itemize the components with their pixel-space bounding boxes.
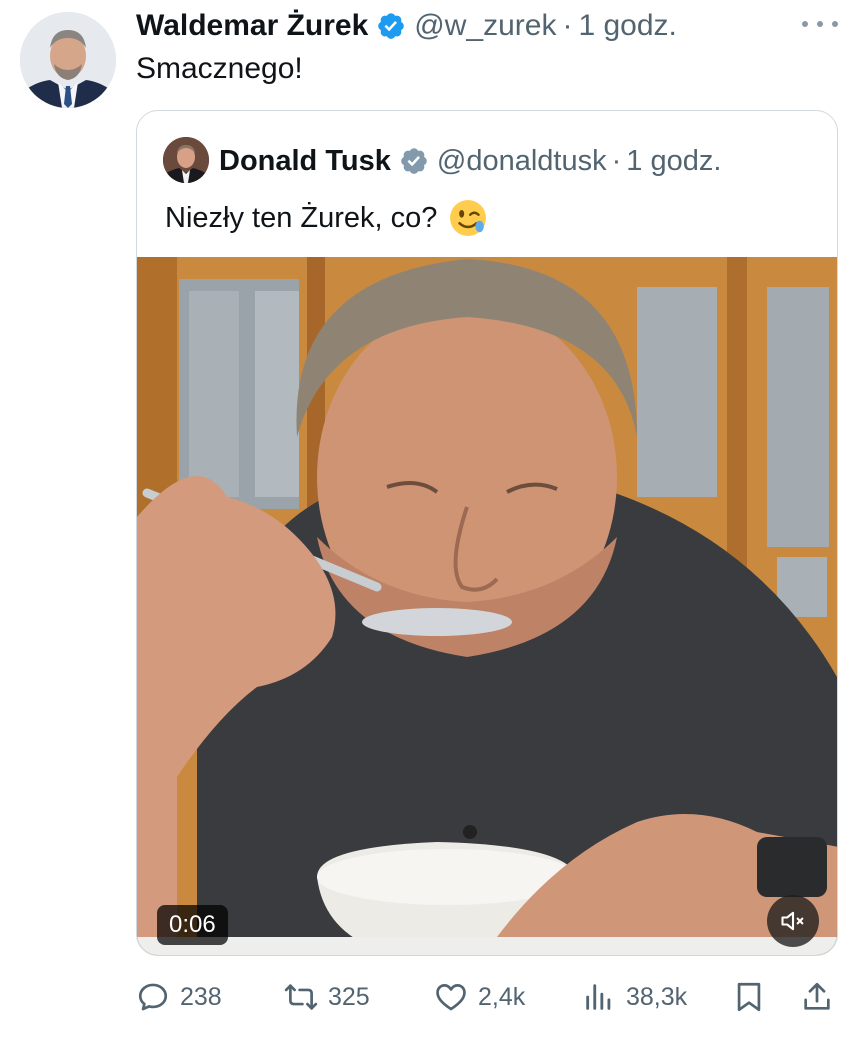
video-duration: 0:06 [157,905,228,945]
like-button[interactable]: 2,4k [434,972,525,1022]
quoted-tweet-text: Niezły ten Żurek, co? [165,201,438,234]
share-button[interactable] [800,972,834,1022]
more-dot [802,21,808,27]
repost-count: 325 [328,982,370,1011]
like-count: 2,4k [478,982,526,1011]
quoted-timestamp[interactable]: 1 godz. [626,145,721,178]
separator-dot: · [562,9,573,42]
repost-icon [284,984,318,1010]
author-avatar[interactable] [20,12,116,108]
reply-count: 238 [180,982,222,1011]
repost-button[interactable]: 325 [284,972,370,1022]
reply-icon [138,983,168,1011]
quoted-author-name[interactable]: Donald Tusk [219,145,391,178]
tweet-actions-bar: 238 325 2,4k 38,3k [136,972,838,1022]
quoted-author-handle[interactable]: @donaldtusk [437,145,607,178]
mute-icon[interactable] [767,895,819,947]
tweet-text: Smacznego! [136,52,303,85]
quoted-verified-badge-icon [401,148,427,174]
quoted-tweet-card[interactable]: Donald Tusk @donaldtusk · 1 godz. Niezły… [136,110,838,956]
more-dot [817,21,823,27]
author-avatar-image [20,12,116,108]
quoted-author-avatar[interactable] [163,137,209,183]
views-button[interactable]: 38,3k [582,972,687,1022]
reply-button[interactable]: 238 [136,972,222,1022]
tweet-header: Waldemar Żurek @w_zurek · 1 godz. [136,6,677,46]
more-dot [832,21,838,27]
views-count: 38,3k [626,982,688,1011]
quoted-tweet-text-row: Niezły ten Żurek, co? [165,199,487,237]
speaker-muted-icon [781,911,804,931]
video-frame [137,257,837,955]
verified-badge-icon [378,13,405,39]
author-handle[interactable]: @w_zurek [414,9,556,43]
like-icon [436,984,466,1011]
author-name[interactable]: Waldemar Żurek [136,9,368,43]
bookmark-button[interactable] [732,972,766,1022]
timestamp[interactable]: 1 godz. [578,9,676,43]
winking-face-icon [450,200,487,236]
more-options-icon[interactable] [802,14,838,34]
quoted-separator-dot: · [611,144,622,177]
quoted-tweet-header: Donald Tusk @donaldtusk · 1 godz. [219,139,721,183]
bookmark-icon [737,982,761,1012]
video-player[interactable]: 0:06 [137,257,837,955]
share-icon [804,982,830,1010]
views-icon [586,984,611,1010]
quoted-avatar-image [163,137,209,183]
